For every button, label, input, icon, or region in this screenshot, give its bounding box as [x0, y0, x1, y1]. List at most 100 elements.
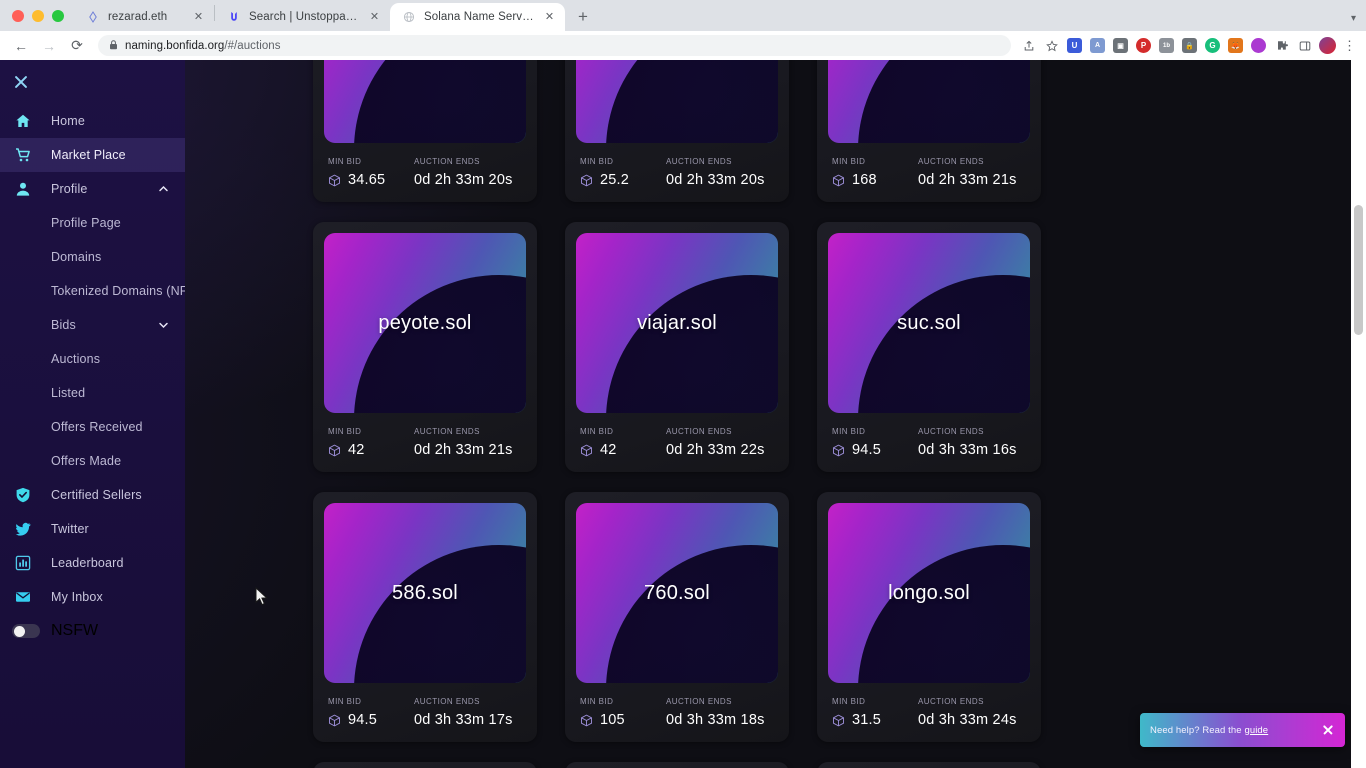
extension-pinterest-icon[interactable]: P	[1134, 36, 1153, 55]
eth-diamond-icon	[86, 10, 100, 24]
domain-name: longo.sol	[888, 581, 970, 604]
sidebar-item-tokenized-domains[interactable]: Tokenized Domains (NFT)	[0, 274, 185, 308]
sidebar-item-listed[interactable]: Listed	[0, 376, 185, 410]
window-close-button[interactable]	[12, 10, 24, 22]
nsfw-toggle[interactable]	[12, 624, 40, 638]
auction-card[interactable]: suc.sol MIN BID 94.5 AUCTION ENDS 0d 3h …	[817, 222, 1041, 472]
page-scrollbar[interactable]	[1351, 60, 1366, 768]
share-icon[interactable]	[1019, 36, 1038, 55]
sidebar-item-offers-made[interactable]: Offers Made	[0, 444, 185, 478]
sidebar-item-home[interactable]: Home	[0, 104, 185, 138]
auctions-grid-scroll[interactable]: MIN BID 34.65 AUCTION ENDS 0d 2h 33m 20s	[185, 60, 1366, 768]
url-host: naming.bonfida.org	[125, 39, 225, 52]
profile-avatar[interactable]	[1318, 36, 1337, 55]
extensions-puzzle-icon[interactable]	[1272, 36, 1291, 55]
sidebar-item-auctions[interactable]: Auctions	[0, 342, 185, 376]
auction-card[interactable]	[565, 762, 789, 768]
browser-chrome: rezarad.eth ✕ Search | Unstoppable Domai…	[0, 0, 1366, 60]
sidebar-item-my-inbox[interactable]: My Inbox	[0, 580, 185, 614]
min-bid-col: MIN BID 105	[580, 697, 666, 728]
extension-block-icon[interactable]: 1b	[1157, 36, 1176, 55]
min-bid-label: MIN BID	[328, 697, 362, 706]
sidebar-item-market-place[interactable]: Market Place	[0, 138, 185, 172]
close-icon[interactable]: ✕	[367, 10, 382, 25]
browser-tab-1[interactable]: rezarad.eth ✕	[74, 3, 214, 31]
sol-cube-icon	[328, 444, 341, 457]
window-maximize-button[interactable]	[52, 10, 64, 22]
auction-ends-value: 0d 3h 33m 24s	[918, 712, 1017, 728]
nsfw-toggle-row[interactable]: NSFW	[0, 614, 185, 648]
min-bid-value-row: 94.5	[832, 442, 918, 458]
auction-ends-label: AUCTION ENDS	[414, 157, 480, 166]
window-minimize-button[interactable]	[32, 10, 44, 22]
chevron-down-icon[interactable]: ▾	[1351, 13, 1356, 24]
auction-ends-label: AUCTION ENDS	[918, 157, 984, 166]
help-toast[interactable]: Need help? Read the guide	[1140, 713, 1345, 747]
sidebar-item-profile[interactable]: Profile	[0, 172, 185, 206]
extension-screenshot-icon[interactable]: ▣	[1111, 36, 1130, 55]
close-icon[interactable]: ✕	[542, 10, 557, 25]
min-bid-col: MIN BID 34.65	[328, 157, 414, 188]
extension-phantom-icon[interactable]	[1249, 36, 1268, 55]
guide-link[interactable]: guide	[1244, 725, 1268, 736]
sol-cube-icon	[832, 444, 845, 457]
chevron-down-icon[interactable]	[158, 320, 169, 331]
browser-tab-2[interactable]: Search | Unstoppable Domains ✕	[215, 3, 390, 31]
auction-ends-col: AUCTION ENDS 0d 3h 33m 18s	[666, 697, 765, 728]
auction-card[interactable]: longo.sol MIN BID 31.5 AUCTION ENDS 0d 3…	[817, 492, 1041, 742]
sidebar-close-button[interactable]	[0, 60, 185, 104]
sidebar-item-leaderboard[interactable]: Leaderboard	[0, 546, 185, 580]
person-icon	[12, 178, 34, 200]
browser-tab-3[interactable]: Solana Name Service | Bonfida ✕	[390, 3, 565, 31]
card-meta: MIN BID 25.2 AUCTION ENDS 0d 2h 33m 20s	[576, 143, 778, 188]
domain-art	[828, 60, 1030, 143]
auction-card[interactable]: 586.sol MIN BID 94.5 AUCTION ENDS 0d 3h …	[313, 492, 537, 742]
close-icon[interactable]: ✕	[191, 10, 206, 25]
sidepanel-icon[interactable]	[1295, 36, 1314, 55]
auction-ends-value: 0d 3h 33m 18s	[666, 712, 765, 728]
sol-cube-icon	[832, 714, 845, 727]
auction-card[interactable]: viajar.sol MIN BID 42 AUCTION ENDS 0d 2h…	[565, 222, 789, 472]
auction-card[interactable]: MIN BID 25.2 AUCTION ENDS 0d 2h 33m 20s	[565, 60, 789, 202]
sidebar-item-profile-page[interactable]: Profile Page	[0, 206, 185, 240]
auction-card[interactable]	[817, 762, 1041, 768]
new-tab-button[interactable]: +	[569, 3, 597, 31]
sidebar-item-label: Twitter	[51, 522, 89, 536]
auction-ends-col: AUCTION ENDS 0d 3h 33m 16s	[918, 427, 1017, 458]
forward-button[interactable]: →	[36, 33, 62, 59]
sidebar-item-twitter[interactable]: Twitter	[0, 512, 185, 546]
extension-lock-icon[interactable]: 🔒	[1180, 36, 1199, 55]
sol-cube-icon	[328, 174, 341, 187]
extension-grammarly-icon[interactable]: G	[1203, 36, 1222, 55]
min-bid-col: MIN BID 94.5	[832, 427, 918, 458]
extension-metamask-icon[interactable]: 🦊	[1226, 36, 1245, 55]
sidebar-item-label: Leaderboard	[51, 556, 124, 570]
auction-card[interactable]: peyote.sol MIN BID 42 AUCTION ENDS 0d 2h…	[313, 222, 537, 472]
auction-card[interactable]: MIN BID 34.65 AUCTION ENDS 0d 2h 33m 20s	[313, 60, 537, 202]
card-meta: MIN BID 105 AUCTION ENDS 0d 3h 33m 18s	[576, 683, 778, 728]
chevron-up-icon[interactable]	[158, 184, 169, 195]
scrollbar-thumb[interactable]	[1354, 205, 1363, 335]
extension-translate-icon[interactable]: A	[1088, 36, 1107, 55]
auction-ends-label: AUCTION ENDS	[414, 697, 480, 706]
chart-bars-icon	[12, 552, 34, 574]
sidebar-item-offers-received[interactable]: Offers Received	[0, 410, 185, 444]
auction-card[interactable]	[313, 762, 537, 768]
address-bar[interactable]: naming.bonfida.org/#/auctions	[98, 35, 1011, 56]
bookmark-star-icon[interactable]	[1042, 36, 1061, 55]
sidebar-item-domains[interactable]: Domains	[0, 240, 185, 274]
toggle-knob	[13, 625, 25, 637]
extension-bitwarden-icon[interactable]: U	[1065, 36, 1084, 55]
unstoppable-u-icon	[227, 10, 241, 24]
min-bid-value-row: 42	[580, 442, 666, 458]
sidebar-item-certified-sellers[interactable]: Certified Sellers	[0, 478, 185, 512]
chrome-menu-button[interactable]: ⋮	[1341, 38, 1358, 54]
sidebar-item-label: Profile	[51, 182, 88, 196]
sidebar-item-bids[interactable]: Bids	[0, 308, 185, 342]
auction-card[interactable]: MIN BID 168 AUCTION ENDS 0d 2h 33m 21s	[817, 60, 1041, 202]
reload-button[interactable]: ⟳	[64, 33, 90, 59]
auction-card[interactable]: 760.sol MIN BID 105 AUCTION ENDS 0d 3h 3…	[565, 492, 789, 742]
sol-cube-icon	[580, 444, 593, 457]
close-icon[interactable]	[1321, 723, 1335, 737]
back-button[interactable]: ←	[8, 33, 34, 59]
